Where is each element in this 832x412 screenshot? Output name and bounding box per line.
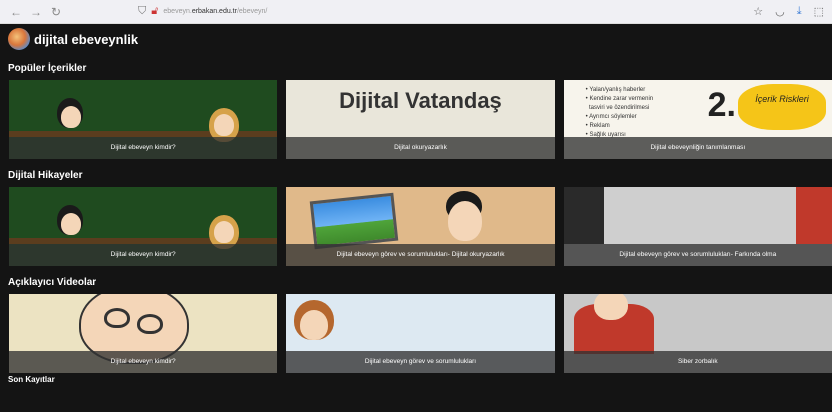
card-overlay-title: Dijital Vatandaş xyxy=(339,88,502,113)
video-card[interactable]: Dijital ebeveyn kimdir? xyxy=(9,187,278,266)
brand-name[interactable]: dijital ebeveynlik xyxy=(34,32,138,47)
shield-icon[interactable]: ⛉ xyxy=(138,5,146,18)
card-caption: Siber zorbalık xyxy=(563,351,832,373)
bookmark-star-icon[interactable]: ☆ xyxy=(753,5,763,18)
video-card[interactable]: Siber zorbalık xyxy=(563,294,832,373)
risk-bubble: İçerik Riskleri xyxy=(737,84,826,130)
card-caption: Dijital ebeveyn görev ve sorumlulukları xyxy=(286,351,555,373)
site-header: dijital ebeveynlik xyxy=(0,24,832,54)
card-row-stories: Dijital ebeveyn kimdir? Dijital ebeveyn … xyxy=(0,187,832,266)
extensions-icon[interactable]: ⬚ xyxy=(814,5,824,18)
card-caption: Dijital ebeveyn kimdir? xyxy=(9,137,278,159)
section-title-recent: Son Kayıtlar xyxy=(8,375,55,384)
card-row-popular: Dijital ebeveyn kimdir? Dijital Vatandaş… xyxy=(0,80,832,159)
card-caption: Dijital ebeveynliğin tanımlanması xyxy=(563,137,832,159)
pocket-icon[interactable]: ◡ xyxy=(775,5,785,18)
video-card[interactable]: • Yalan/yanlış haberler • Kendine zarar … xyxy=(563,80,832,159)
card-caption: Dijital ebeveyn kimdir? xyxy=(9,244,278,266)
card-row-explainer: Dijital ebeveyn kimdir? Dijital ebeveyn … xyxy=(0,294,832,373)
url-text[interactable]: ebeveyn.erbakan.edu.tr/ebeveyn/ xyxy=(163,8,267,15)
video-card[interactable]: Dijital ebeveyn görev ve sorumlulukları-… xyxy=(563,187,832,266)
risk-bullet-list: • Yalan/yanlış haberler • Kendine zarar … xyxy=(585,87,654,138)
section-title-stories: Dijital Hikayeler xyxy=(8,170,83,181)
number-badge: 2. xyxy=(707,86,736,124)
section-title-explainer: Açıklayıcı Videolar xyxy=(8,277,97,288)
address-bar[interactable]: ⛉ 🔓︎ ebeveyn.erbakan.edu.tr/ebeveyn/ xyxy=(138,5,753,18)
card-caption: Dijital ebeveyn kimdir? xyxy=(9,351,278,373)
section-title-popular: Popüler İçerikler xyxy=(8,63,87,74)
video-card[interactable]: Dijital ebeveyn görev ve sorumlulukları xyxy=(286,294,555,373)
video-card[interactable]: Dijital ebeveyn kimdir? xyxy=(9,80,278,159)
card-caption: Dijital okuryazarlık xyxy=(286,137,555,159)
insecure-lock-icon[interactable]: 🔓︎ xyxy=(151,5,158,18)
download-icon[interactable]: ⤓ xyxy=(797,5,802,18)
video-card[interactable]: Dijital Vatandaş Dijital okuryazarlık xyxy=(286,80,555,159)
browser-toolbar: ← → ↻ ⛉ 🔓︎ ebeveyn.erbakan.edu.tr/ebevey… xyxy=(0,0,832,24)
video-card[interactable]: Dijital ebeveyn kimdir? xyxy=(9,294,278,373)
back-icon[interactable]: ← xyxy=(8,5,24,19)
video-card[interactable]: Dijital ebeveyn görev ve sorumlulukları-… xyxy=(286,187,555,266)
forward-icon[interactable]: → xyxy=(28,5,44,19)
card-caption: Dijital ebeveyn görev ve sorumlulukları-… xyxy=(563,244,832,266)
card-caption: Dijital ebeveyn görev ve sorumlulukları-… xyxy=(286,244,555,266)
site-logo[interactable] xyxy=(8,28,30,50)
reload-icon[interactable]: ↻ xyxy=(48,5,64,19)
